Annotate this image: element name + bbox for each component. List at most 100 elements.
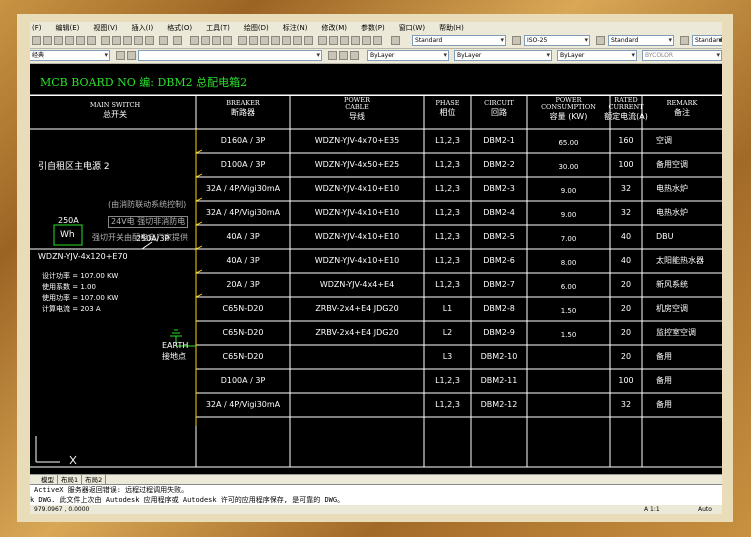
row-6-current: 40	[620, 256, 632, 265]
menu-item-9[interactable]: 参数(P)	[361, 22, 385, 34]
menu-item-6[interactable]: 绘图(D)	[244, 22, 269, 34]
source-label: 引自租区主电源 2	[38, 162, 110, 172]
sheet-set-icon[interactable]	[271, 36, 280, 45]
row-4-phase: L1,2,3	[435, 208, 460, 217]
zoom-previous-icon[interactable]	[223, 36, 232, 45]
row-3-phase: L1,2,3	[435, 184, 460, 193]
table-style-icon[interactable]	[596, 36, 605, 45]
menu-item-4[interactable]: 格式(O)	[167, 22, 192, 34]
redo-icon[interactable]	[173, 36, 182, 45]
drawing-canvas[interactable]: MCB BOARD NO 编: DBM2 总配电箱2 MAIN SWITCH 总开…	[30, 64, 722, 474]
row-7-cable: WDZN-YJV-4x4+E4	[319, 280, 395, 289]
command-history-1: ActiveX 服务器返回错误: 远程过程调用失败。	[34, 486, 189, 494]
row-8-breaker: C65N-D20	[222, 304, 264, 313]
properties-toolbar: 经典 ByLayer ByLayer ByLayer BYCOLOR	[30, 49, 722, 64]
menu-item-1[interactable]: 编辑(E)	[56, 22, 80, 34]
zoom-window-icon[interactable]	[212, 36, 221, 45]
layer-lock-icon[interactable]	[373, 36, 382, 45]
menu-item-7[interactable]: 标注(N)	[283, 22, 308, 34]
color-select[interactable]: ByLayer	[367, 50, 449, 61]
header-circuit: CIRCUIT 回路	[484, 99, 514, 118]
row-12-circuit: DBM2-12	[480, 400, 518, 409]
row-11-circuit: DBM2-11	[480, 376, 518, 385]
zoom-realtime-icon[interactable]	[201, 36, 210, 45]
layer-off-icon[interactable]	[362, 36, 371, 45]
row-8-cable: ZRBV-2x4+E4 JDG20	[315, 304, 399, 313]
layer-select[interactable]	[138, 50, 322, 61]
make-current-icon[interactable]	[328, 51, 337, 60]
menu-item-2[interactable]: 视图(V)	[93, 22, 117, 34]
layer-isolate-icon[interactable]	[340, 36, 349, 45]
layer-sun-icon[interactable]	[127, 51, 136, 60]
menu-item-0[interactable]: (F)	[32, 22, 42, 34]
menu-bar: (F) 编辑(E) 视图(V) 插入(I) 格式(O) 工具(T) 绘图(D) 标注(N) 修改…	[30, 22, 722, 34]
workspace-select[interactable]: 经典	[30, 50, 110, 61]
menu-item-8[interactable]: 修改(M)	[321, 22, 347, 34]
row-2-circuit: DBM2-2	[483, 160, 515, 169]
drawing-title: MCB BOARD NO 编: DBM2 总配电箱2	[40, 76, 248, 89]
properties-icon[interactable]	[238, 36, 247, 45]
text-style-select[interactable]: Standard	[412, 35, 506, 46]
annotation-scale[interactable]: A 1:1	[644, 505, 660, 514]
paste-icon[interactable]	[123, 36, 132, 45]
row-4-circuit: DBM2-4	[483, 208, 515, 217]
fire-control-note: (由消防联动系统控制)	[108, 200, 187, 209]
plotstyle-select[interactable]: BYCOLOR	[642, 50, 722, 61]
row-4-cable: WDZN-YJV-4x10+E10	[314, 208, 400, 217]
help-icon[interactable]	[304, 36, 313, 45]
row-2-remark: 备用空调	[656, 160, 688, 169]
row-3-breaker: 32A / 4P/Vigi30mA	[205, 184, 281, 193]
linetype-select[interactable]: ByLayer	[454, 50, 552, 61]
row-5-remark: DBU	[656, 232, 674, 241]
table-style-select[interactable]: Standard	[608, 35, 674, 46]
design-center-icon[interactable]	[249, 36, 258, 45]
open-icon[interactable]	[43, 36, 52, 45]
menu-item-5[interactable]: 工具(T)	[206, 22, 230, 34]
lineweight-select[interactable]: ByLayer	[557, 50, 637, 61]
layer-previous-icon[interactable]	[339, 51, 348, 60]
multileader-style-icon[interactable]	[680, 36, 689, 45]
row-10-phase: L3	[442, 352, 453, 361]
row-8-phase: L1	[442, 304, 453, 313]
save-icon[interactable]	[54, 36, 63, 45]
row-3-remark: 电热水炉	[656, 184, 688, 193]
menu-item-3[interactable]: 插入(I)	[132, 22, 154, 34]
row-10-circuit: DBM2-10	[480, 352, 518, 361]
layer-toggle-icon[interactable]	[318, 36, 327, 45]
header-remark: REMARK 备注	[666, 99, 698, 118]
calculator-icon[interactable]	[293, 36, 302, 45]
publish-icon[interactable]	[87, 36, 96, 45]
tool-palettes-icon[interactable]	[260, 36, 269, 45]
coordinate-readout: 979.0967 , 0.0000	[34, 506, 90, 513]
pan-icon[interactable]	[190, 36, 199, 45]
new-icon[interactable]	[32, 36, 41, 45]
block-editor-icon[interactable]	[145, 36, 154, 45]
row-10-breaker: C65N-D20	[222, 352, 264, 361]
copy-icon[interactable]	[112, 36, 121, 45]
markup-icon[interactable]	[282, 36, 291, 45]
match-properties-icon[interactable]	[134, 36, 143, 45]
multileader-style-select[interactable]: Standard	[692, 35, 722, 46]
row-1-circuit: DBM2-1	[483, 136, 515, 145]
layer-match-icon[interactable]	[329, 36, 338, 45]
text-style-icon[interactable]	[391, 36, 400, 45]
layer-freeze-icon[interactable]	[351, 36, 360, 45]
auto-scale[interactable]: Auto	[698, 505, 712, 514]
header-phase: PHASE 相位	[435, 99, 460, 118]
layer-states-icon[interactable]	[350, 51, 359, 60]
print-icon[interactable]	[65, 36, 74, 45]
layer-on-icon[interactable]	[116, 51, 125, 60]
preview-icon[interactable]	[76, 36, 85, 45]
header-cable: POWER CABLE 导线	[343, 96, 371, 122]
menu-item-11[interactable]: 帮助(H)	[439, 22, 464, 34]
row-9-remark: 监控室空调	[656, 328, 696, 337]
undo-icon[interactable]	[159, 36, 168, 45]
dim-style-icon[interactable]	[512, 36, 521, 45]
row-4-remark: 电热水炉	[656, 208, 688, 217]
command-line[interactable]: ActiveX 服务器返回错误: 远程过程调用失败。 k DWG. 此文件上次由…	[30, 484, 722, 506]
incoming-cable: WDZN-YJV-4x120+E70	[38, 252, 128, 261]
cut-icon[interactable]	[101, 36, 110, 45]
menu-item-10[interactable]: 窗口(W)	[399, 22, 425, 34]
dim-style-select[interactable]: ISO-25	[524, 35, 590, 46]
row-7-phase: L1,2,3	[435, 280, 460, 289]
